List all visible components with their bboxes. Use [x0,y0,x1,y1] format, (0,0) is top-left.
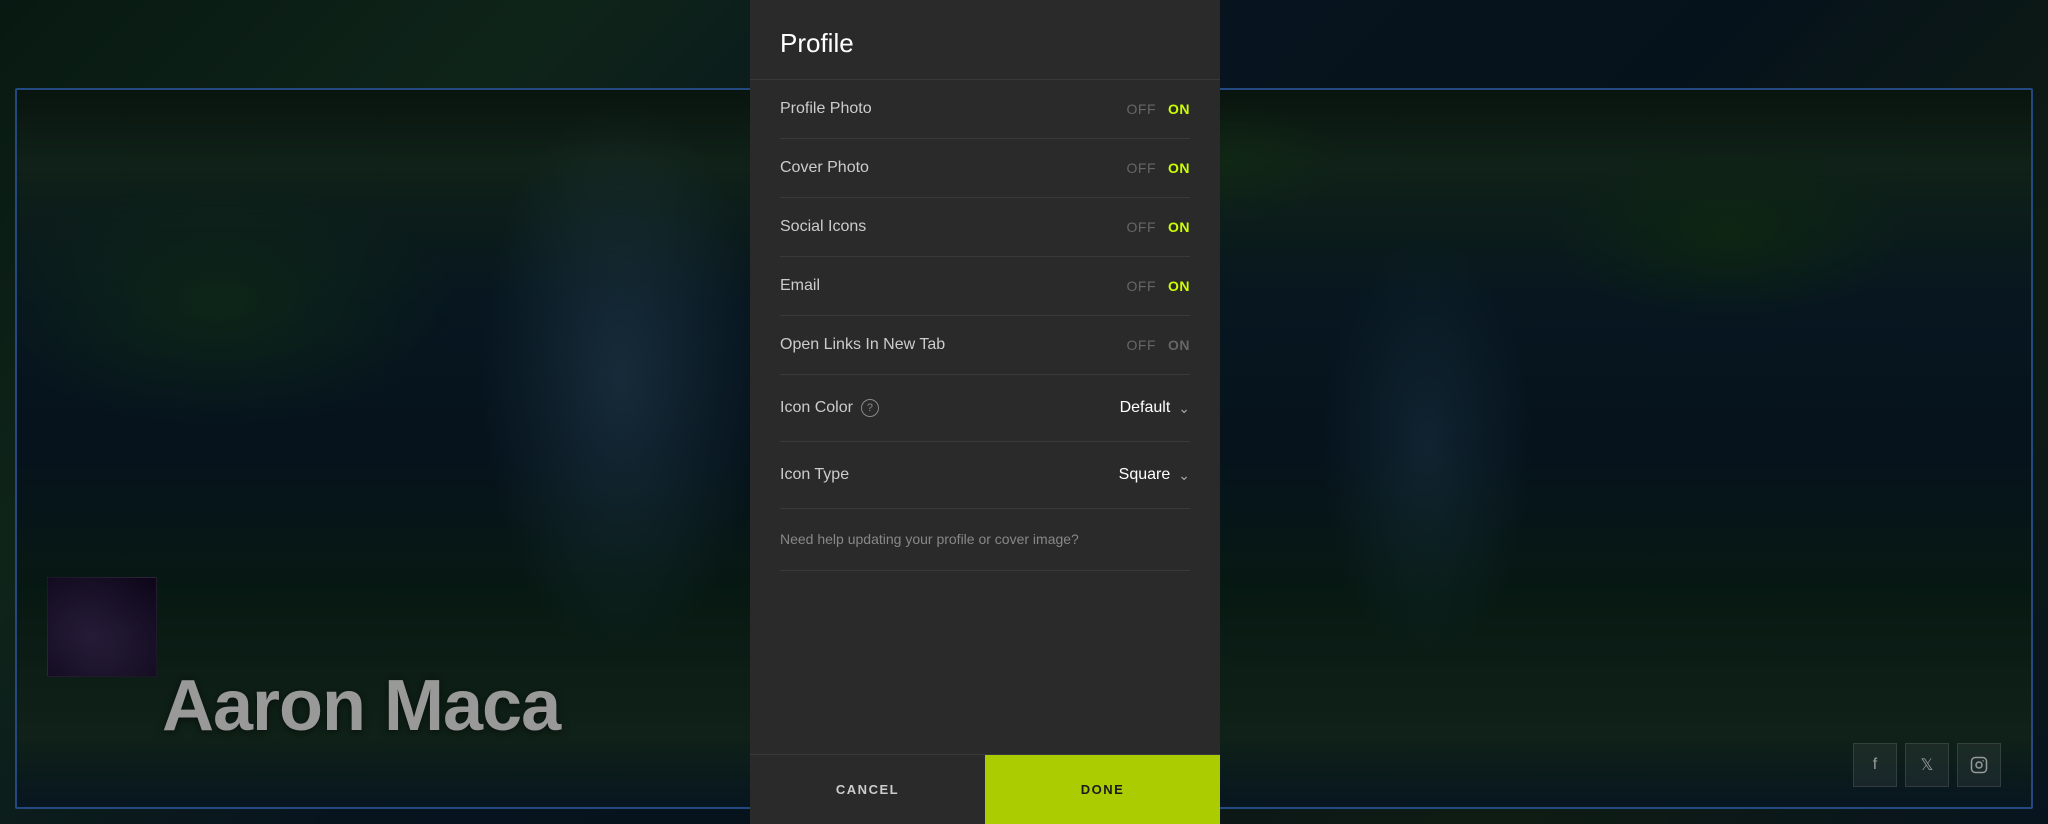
social-icons-bar: f 𝕏 [1853,743,2001,787]
setting-row-email: Email OFF ON [780,257,1190,316]
social-icons-label: Social Icons [780,218,866,236]
modal-title: Profile [780,28,1190,59]
modal-body: Profile Photo OFF ON Cover Photo OFF ON … [750,80,1220,754]
icon-color-label: Icon Color ? [780,399,879,417]
email-label: Email [780,277,820,295]
open-links-off: OFF [1127,337,1157,353]
icon-type-value: Square [1119,466,1171,484]
setting-row-open-links: Open Links In New Tab OFF ON [780,316,1190,375]
icon-color-value: Default [1120,399,1171,417]
profile-thumb-inner [48,578,156,676]
icon-type-chevron-icon: ⌄ [1178,467,1190,484]
profile-photo-on: ON [1168,101,1190,117]
facebook-icon[interactable]: f [1853,743,1897,787]
email-off: OFF [1127,278,1157,294]
help-text-content: Need help updating your profile or cover… [780,531,1079,547]
modal-header: Profile [750,0,1220,80]
cover-photo-on: ON [1168,160,1190,176]
modal-footer: CANCEL DONE [750,754,1220,824]
setting-row-icon-type: Icon Type Square ⌄ [780,442,1190,509]
user-name-overlay: Aaron Maca [162,665,560,747]
twitter-icon[interactable]: 𝕏 [1905,743,1949,787]
setting-row-profile-photo: Profile Photo OFF ON [780,80,1190,139]
profile-thumbnail [47,577,157,677]
open-links-on: ON [1168,337,1190,353]
setting-row-icon-color: Icon Color ? Default ⌄ [780,375,1190,442]
icon-color-chevron-icon: ⌄ [1178,400,1190,417]
open-links-label: Open Links In New Tab [780,336,945,354]
social-icons-off: OFF [1127,219,1157,235]
profile-photo-toggle[interactable]: OFF ON [1127,101,1191,117]
profile-photo-off: OFF [1127,101,1157,117]
setting-row-social-icons: Social Icons OFF ON [780,198,1190,257]
icon-type-label: Icon Type [780,466,849,484]
open-links-toggle[interactable]: OFF ON [1127,337,1191,353]
social-icons-toggle[interactable]: OFF ON [1127,219,1191,235]
cover-photo-off: OFF [1127,160,1157,176]
profile-photo-label: Profile Photo [780,100,872,118]
email-toggle[interactable]: OFF ON [1127,278,1191,294]
cover-photo-toggle[interactable]: OFF ON [1127,160,1191,176]
icon-type-dropdown[interactable]: Square ⌄ [1119,462,1190,488]
done-button[interactable]: DONE [985,755,1220,824]
cancel-button[interactable]: CANCEL [750,755,985,824]
help-text-block: Need help updating your profile or cover… [780,509,1190,571]
profile-modal: Profile Profile Photo OFF ON Cover Photo… [750,0,1220,824]
icon-color-dropdown[interactable]: Default ⌄ [1120,395,1190,421]
cover-photo-label: Cover Photo [780,159,869,177]
instagram-icon[interactable] [1957,743,2001,787]
social-icons-on: ON [1168,219,1190,235]
email-on: ON [1168,278,1190,294]
icon-color-help-icon[interactable]: ? [861,399,879,417]
setting-row-cover-photo: Cover Photo OFF ON [780,139,1190,198]
